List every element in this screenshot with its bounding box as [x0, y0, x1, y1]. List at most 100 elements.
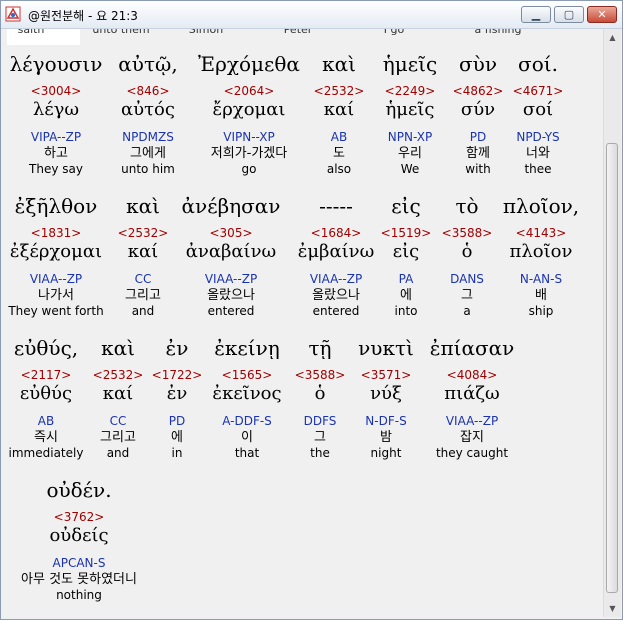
parsing-code: DDFS — [303, 414, 337, 428]
lemma: πλοῖον — [509, 241, 573, 262]
scroll-down-arrow-icon[interactable]: ▼ — [604, 600, 621, 617]
interlinear-word[interactable]: ἐκείνῃ <1565> ἐκεῖνος A-DDF-S 이 that — [212, 335, 281, 461]
strong-number[interactable]: <1684> — [298, 225, 375, 241]
interlinear-word[interactable]: τὸ <3588> ὁ DANS 그 a — [442, 193, 493, 319]
strong-number[interactable]: <1831> — [8, 225, 103, 241]
strong-number[interactable]: <4143> — [503, 225, 579, 241]
parsing-code: NPD-YS — [516, 130, 560, 144]
korean-gloss: 즉시 — [34, 430, 58, 445]
interlinear-word[interactable]: οὐδέν. <3762> οὐδείς APCAN-S 아무 것도 못하였더니 noth… — [21, 477, 137, 603]
interlinear-word[interactable]: εὐθύς, <2117> εὐθύς AB 즉시 immediately — [9, 335, 84, 461]
partial-english-row: saith unto them Simon Peter I go a fishing — [1, 29, 603, 36]
greek-word: ἐπίασαν — [429, 336, 515, 360]
scroll-up-arrow-icon[interactable]: ▲ — [604, 29, 621, 46]
greek-word: εἰς — [391, 194, 421, 218]
parsing-code: VIPN--XP — [223, 130, 275, 144]
strong-number[interactable]: <1519> — [381, 225, 432, 241]
parsing-code: PD — [469, 130, 487, 144]
interlinear-word[interactable]: ἐξῆλθον <1831> ἐξέρχομαι VIAA--ZP 나가서 They we… — [8, 193, 103, 319]
strong-number[interactable]: <2532> — [118, 225, 169, 241]
strong-number[interactable]: <3762> — [21, 509, 137, 525]
strong-number[interactable]: <4862> — [453, 83, 504, 99]
interlinear-view[interactable]: saith unto them Simon Peter I go a fishing λέ… — [1, 29, 603, 617]
english-gloss: entered — [312, 304, 360, 318]
korean-gloss: 그리고 — [125, 288, 161, 303]
korean-gloss: 이 — [241, 430, 253, 445]
partial-english-word: a fishing — [474, 29, 522, 36]
lemma: ἐκεῖνος — [212, 383, 282, 404]
korean-gloss: 에 — [171, 430, 183, 445]
interlinear-word[interactable]: Ἐρχόμεθα <2064> ἔρχομαι VIPN--XP 저희가-가겠다 go — [198, 51, 300, 177]
minimize-icon: ▁ — [531, 8, 541, 21]
english-gloss: and — [106, 446, 130, 460]
minimize-button[interactable]: ▁ — [521, 6, 551, 23]
strong-number[interactable]: <2532> — [314, 83, 365, 99]
parsing-code: A-DDF-S — [222, 414, 272, 428]
interlinear-word[interactable]: τῇ <3588> ὁ DDFS 그 the — [295, 335, 346, 461]
strong-number[interactable]: <2117> — [9, 367, 84, 383]
strong-number[interactable]: <1722> — [152, 367, 203, 383]
strong-number[interactable]: <3588> — [295, 367, 346, 383]
maximize-button[interactable]: ▢ — [554, 6, 584, 23]
interlinear-word[interactable]: πλοῖον, <4143> πλοῖον N-AN-S 배 ship — [503, 193, 579, 319]
interlinear-word[interactable]: ἐν <1722> ἐν PD 에 in — [152, 335, 203, 461]
greek-word: ----- — [319, 194, 353, 218]
korean-gloss: 올랐으나 — [312, 288, 360, 303]
interlinear-word[interactable]: εἰς <1519> εἰς PA 에 into — [381, 193, 432, 319]
interlinear-word[interactable]: καὶ <2532> καί CC 그리고 and — [118, 193, 169, 319]
korean-gloss: 함께 — [466, 146, 490, 161]
strong-number[interactable]: <3588> — [442, 225, 493, 241]
greek-word: πλοῖον, — [502, 194, 580, 218]
interlinear-word[interactable]: ἡμεῖς <2249> ἡμεῖς NPN-XP 우리 We — [383, 51, 437, 177]
greek-word: νυκτὶ — [358, 336, 414, 360]
lemma: καί — [102, 383, 134, 404]
strong-number[interactable]: <305> — [182, 225, 281, 241]
lemma: καί — [323, 99, 355, 120]
close-button[interactable]: ✕ — [587, 6, 617, 23]
korean-gloss: 잡지 — [460, 430, 484, 445]
english-gloss: ship — [528, 304, 554, 318]
parsing-code: VIAA--ZP — [204, 272, 258, 286]
title-bar[interactable]: @원전분해 - 요 21:3 ▁ ▢ ✕ — [1, 1, 622, 29]
korean-gloss: 아무 것도 못하였더니 — [21, 572, 137, 587]
greek-word: καὶ — [322, 52, 356, 76]
window-title: @원전분해 - 요 21:3 — [28, 9, 138, 23]
greek-word: σοί. — [518, 52, 558, 76]
english-gloss: immediately — [8, 446, 84, 460]
parsing-code: N-AN-S — [519, 272, 563, 286]
interlinear-word[interactable]: σὺν <4862> σύν PD 함께 with — [453, 51, 504, 177]
parsing-code: APCAN-S — [52, 556, 106, 570]
parsing-code: CC — [134, 272, 152, 286]
strong-number[interactable]: <846> — [118, 83, 177, 99]
strong-number[interactable]: <3571> — [358, 367, 414, 383]
strong-number[interactable]: <2064> — [198, 83, 300, 99]
strong-number[interactable]: <3004> — [10, 83, 103, 99]
interlinear-word[interactable]: καὶ <2532> καί CC 그리고 and — [93, 335, 144, 461]
strong-number[interactable]: <4671> — [513, 83, 564, 99]
parsing-code: N-DF-S — [365, 414, 407, 428]
greek-word: ἀνέβησαν — [181, 194, 281, 218]
interlinear-word[interactable]: ----- <1684> ἐμβαίνω VIAA--ZP 올랐으나 entered — [298, 193, 375, 319]
parsing-code: VIAA--ZP — [29, 272, 83, 286]
vertical-scrollbar[interactable]: ▲ ▼ — [603, 29, 621, 617]
interlinear-word[interactable]: σοί. <4671> σοί NPD-YS 너와 thee — [513, 51, 564, 177]
interlinear-word[interactable]: νυκτὶ <3571> νύξ N-DF-S 밤 night — [358, 335, 414, 461]
lemma: ἔρχομαι — [212, 99, 286, 120]
lemma: σύν — [460, 99, 496, 120]
strong-number[interactable]: <2532> — [93, 367, 144, 383]
interlinear-word[interactable]: ἀνέβησαν <305> ἀναβαίνω VIAA--ZP 올랐으나 entered — [182, 193, 281, 319]
english-gloss: into — [394, 304, 418, 318]
english-gloss: with — [465, 162, 491, 176]
strong-number[interactable]: <2249> — [383, 83, 437, 99]
strong-number[interactable]: <1565> — [212, 367, 281, 383]
korean-gloss: 올랐으나 — [207, 288, 255, 303]
interlinear-word[interactable]: καὶ <2532> καί AB 도 also — [314, 51, 365, 177]
interlinear-word[interactable]: λέγουσιν <3004> λέγω VIPA--ZP 하고 They say — [10, 51, 103, 177]
strong-number[interactable]: <4084> — [430, 367, 515, 383]
greek-word: εὐθύς, — [13, 336, 79, 360]
korean-gloss: 도 — [333, 146, 345, 161]
scrollbar-thumb[interactable] — [606, 143, 618, 593]
interlinear-word[interactable]: αὐτῷ, <846> αὐτός NPDMZS 그에게 unto him — [118, 51, 177, 177]
interlinear-word[interactable]: ἐπίασαν <4084> πιάζω VIAA--ZP 잡지 they caught — [430, 335, 515, 461]
partial-english-word: I go — [383, 29, 405, 36]
